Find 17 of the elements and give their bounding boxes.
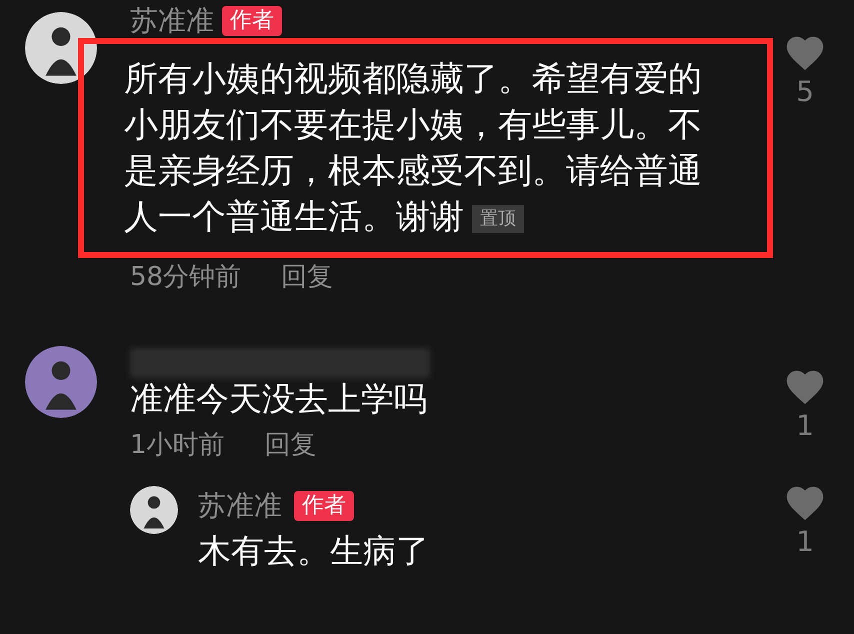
username[interactable]: 苏准准 [130, 4, 214, 38]
avatar[interactable] [130, 486, 178, 534]
reply-link[interactable]: 回复 [264, 428, 317, 462]
pinned-badge: 置顶 [472, 204, 524, 233]
comment-text: 木有去。生病了 [198, 530, 430, 572]
like-count: 5 [796, 74, 814, 110]
reply-link[interactable]: 回复 [281, 260, 334, 294]
avatar[interactable] [25, 12, 97, 84]
timestamp: 1小时前 [130, 429, 225, 462]
like-count: 1 [796, 524, 814, 560]
author-badge: 作者 [294, 491, 354, 521]
username[interactable]: 苏准准 [198, 489, 282, 523]
author-badge: 作者 [222, 6, 282, 36]
like-count: 1 [796, 408, 814, 444]
comment-text: 所有小姨的视频都隐藏了。希望有爱的小朋友们不要在提小姨，有些事儿。不是亲身经历，根本感受不到。请给普通人一个普通生活。谢谢 置顶 [124, 58, 703, 239]
timestamp: 58分钟前 [130, 261, 242, 294]
comment-text: 准准今天没去上学吗 [130, 378, 428, 420]
